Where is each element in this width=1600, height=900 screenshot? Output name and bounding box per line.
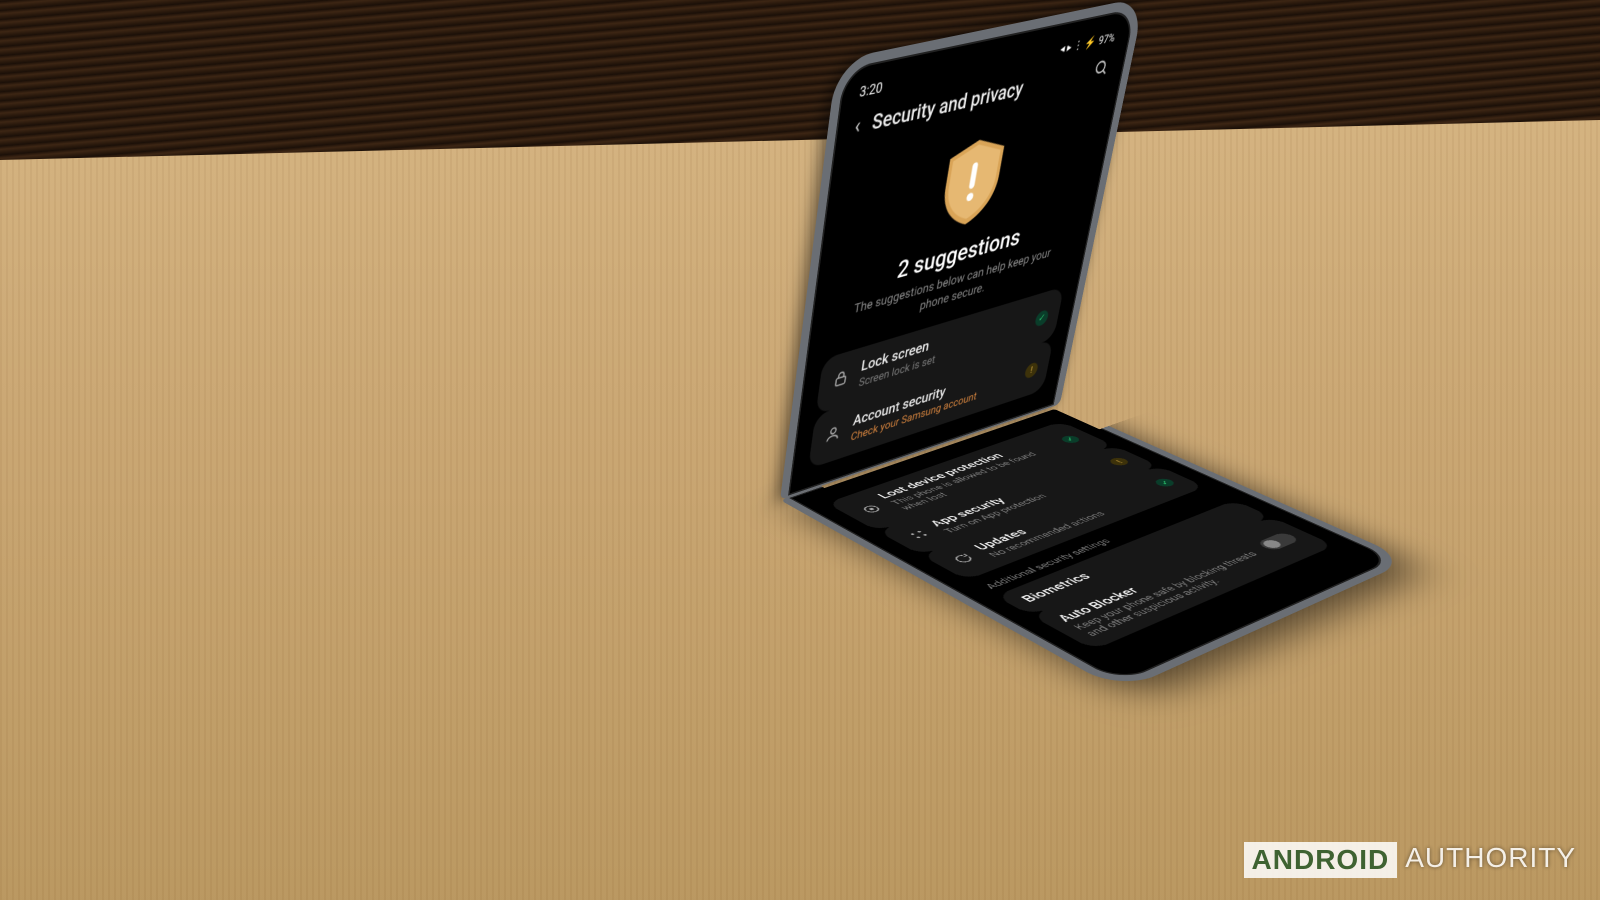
watermark: ANDROID AUTHORITY [1244,842,1576,878]
watermark-brand: ANDROID [1244,842,1398,878]
check-icon: ✓ [1058,434,1082,444]
status-time: 3:20 [858,80,883,101]
lock-icon [831,367,851,393]
shield-warning-icon [931,126,1014,236]
warning-icon: ! [1107,457,1132,467]
status-battery: 97% [1097,31,1116,48]
warning-icon: ! [1024,361,1039,379]
status-right: ◂ ▸ ⋮ ⚡ 97% [1059,31,1116,56]
watermark-rest: AUTHORITY [1405,842,1576,878]
locate-icon [856,502,889,516]
search-icon[interactable] [1092,57,1111,84]
auto-blocker-toggle[interactable] [1255,531,1300,551]
check-icon: ✓ [1152,477,1177,488]
status-signal-icons: ◂ ▸ ⋮ ⚡ [1059,35,1097,56]
back-icon[interactable]: ‹ [853,113,862,140]
apps-icon [904,528,937,543]
user-icon [823,422,843,448]
check-icon: ✓ [1034,309,1049,328]
refresh-icon [948,552,982,568]
